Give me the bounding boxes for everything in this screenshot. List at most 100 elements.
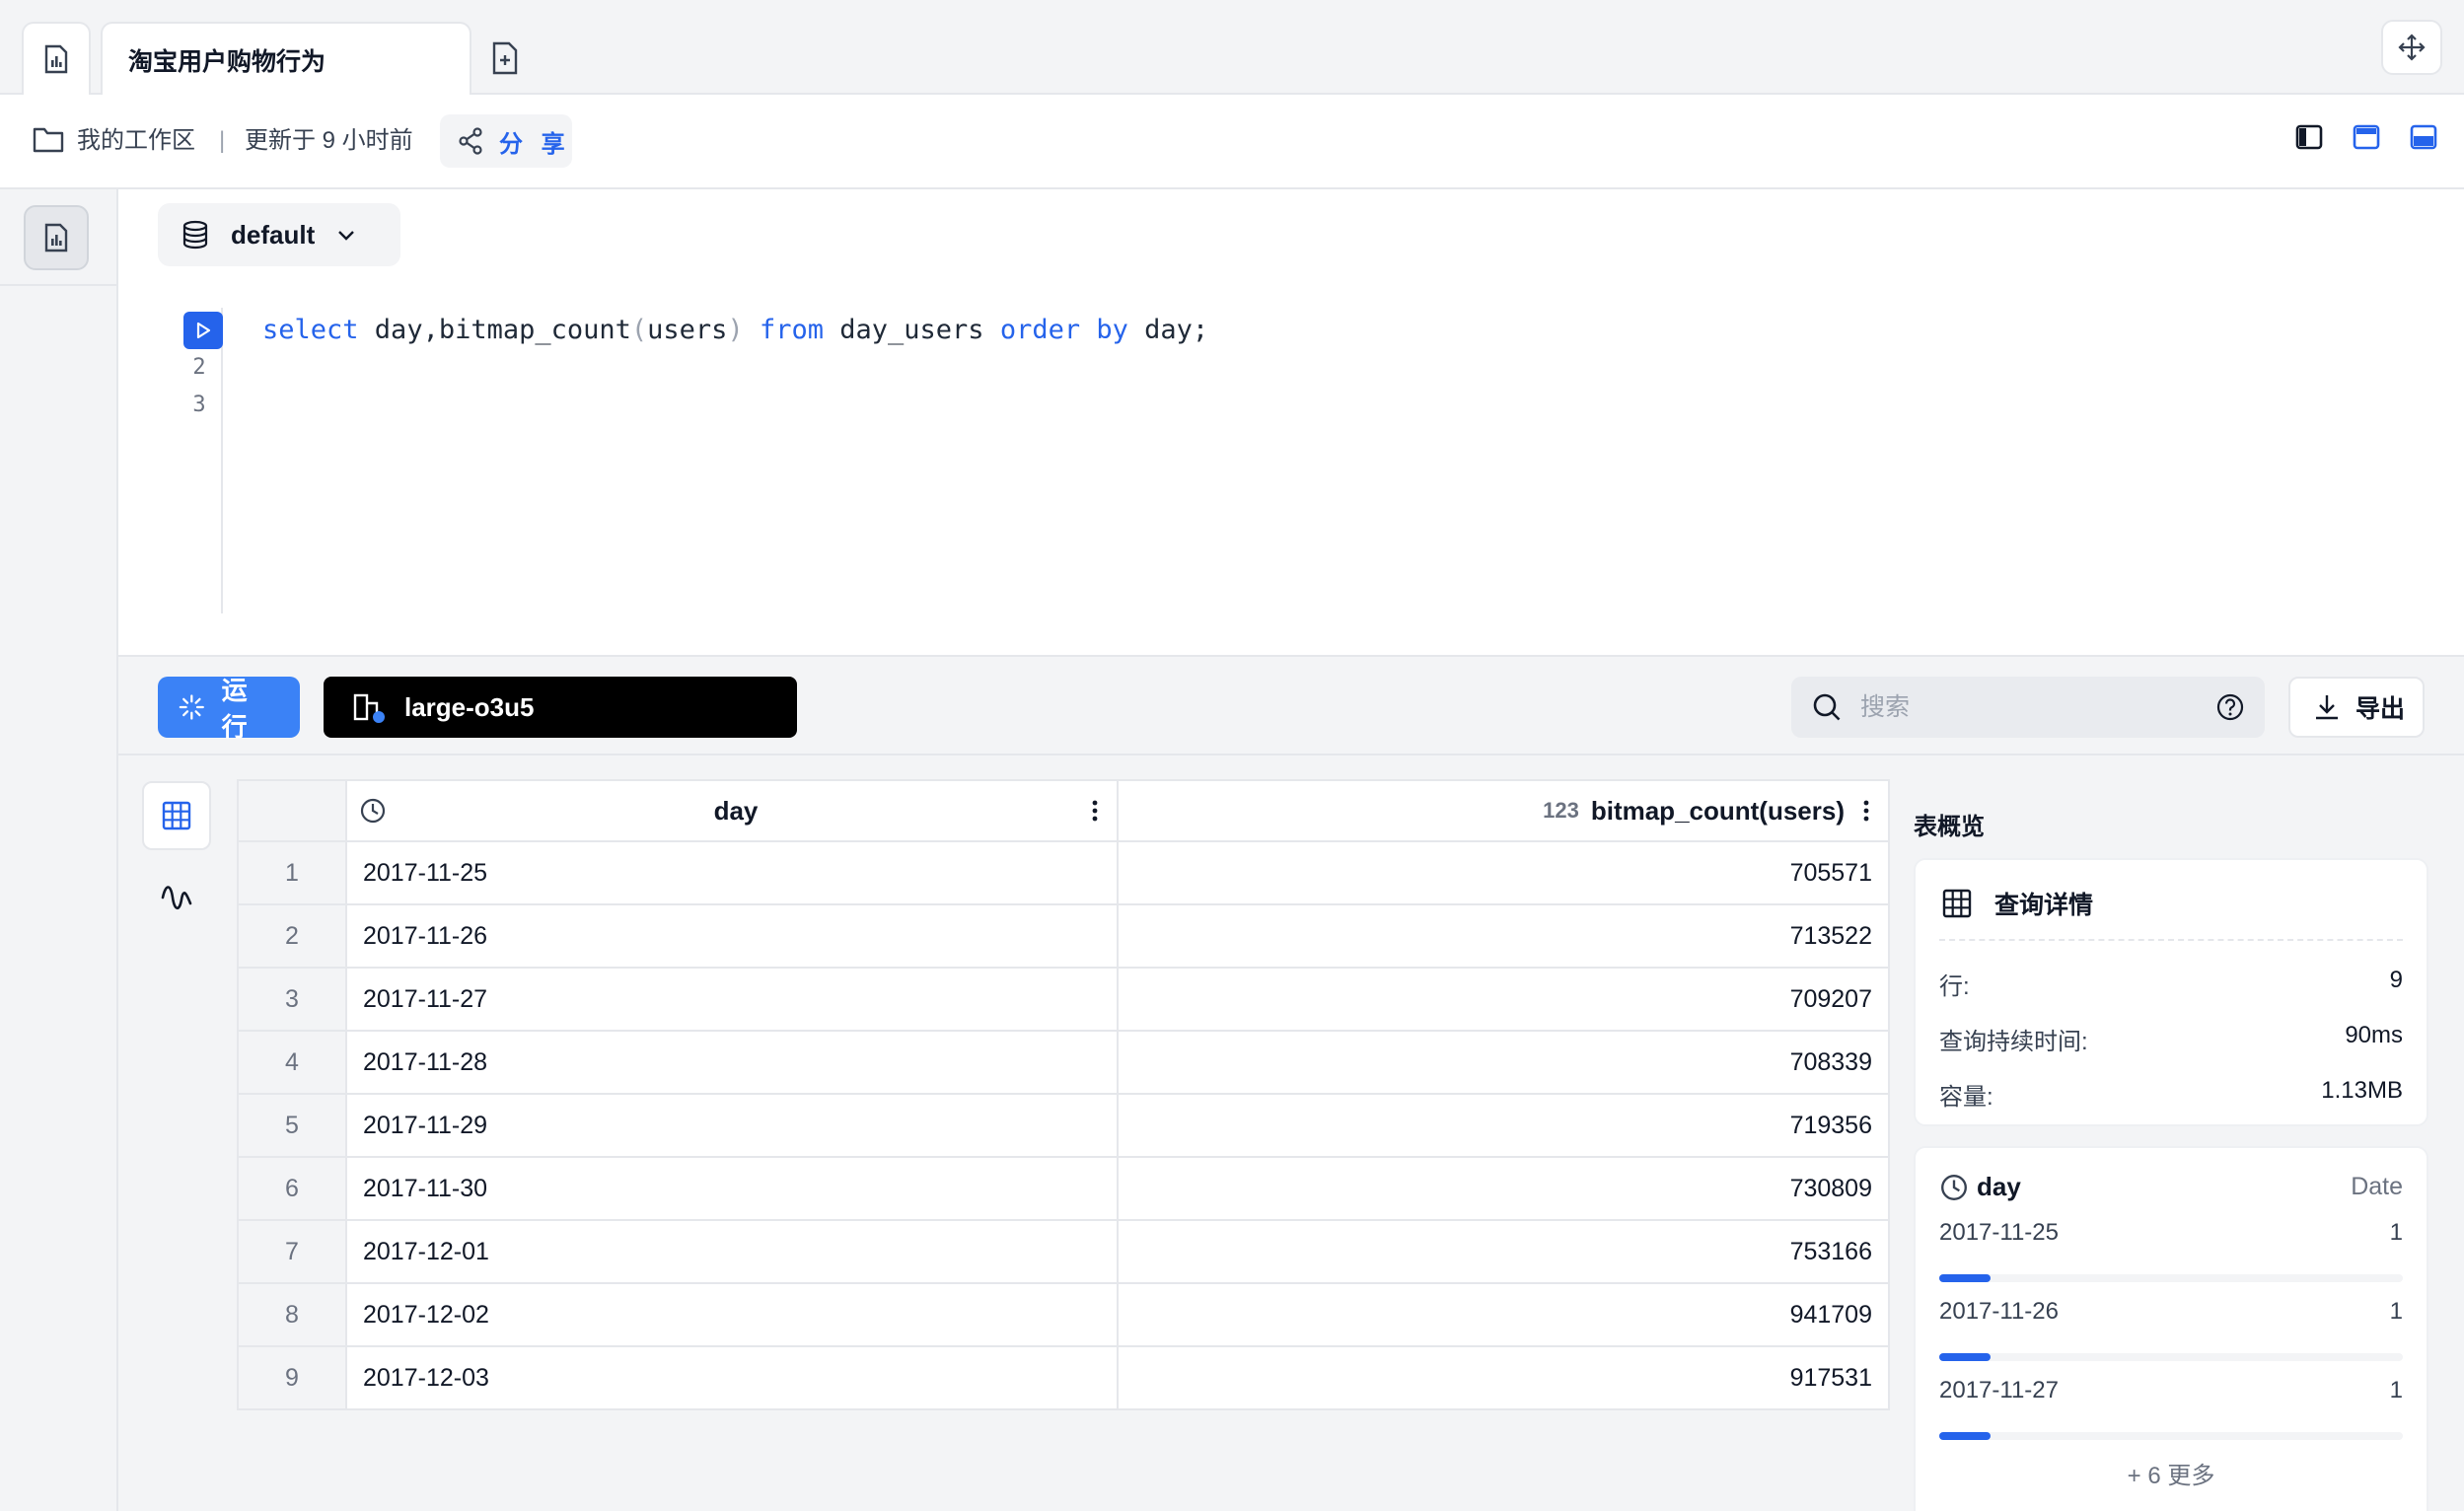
run-label: 运 行 [221, 676, 255, 742]
row-number: 9 [237, 1345, 347, 1410]
search-input[interactable] [1860, 692, 2198, 722]
code-keyword: by [1096, 315, 1128, 345]
code-text: day,bitmap_count [358, 315, 631, 345]
table-row[interactable]: 2 2017-11-26 713522 [237, 903, 1890, 969]
size-stat: 容量: 1.13MB [1939, 1077, 2403, 1112]
layout-sidebar-icon[interactable] [2294, 122, 2324, 152]
row-number: 6 [237, 1156, 347, 1221]
tab-notebook[interactable]: 淘宝用户购物行为 [101, 22, 471, 97]
cell-day[interactable]: 2017-11-27 [345, 967, 1119, 1032]
download-icon [2316, 695, 2338, 720]
column-header-day[interactable]: day [345, 779, 1119, 842]
table-icon [162, 801, 191, 830]
search-icon [1813, 693, 1841, 721]
cell-count[interactable]: 719356 [1117, 1093, 1890, 1158]
layout-bottom-icon[interactable] [2409, 122, 2438, 152]
cell-day[interactable]: 2017-11-28 [345, 1030, 1119, 1095]
code-text: day_users [824, 315, 1000, 345]
cell-day[interactable]: 2017-12-02 [345, 1282, 1119, 1347]
cell-day[interactable]: 2017-12-01 [345, 1219, 1119, 1284]
code-text: users [647, 315, 728, 345]
cell-day[interactable]: 2017-11-30 [345, 1156, 1119, 1221]
table-row[interactable]: 7 2017-12-01 753166 [237, 1219, 1890, 1284]
table-row[interactable]: 9 2017-12-03 917531 [237, 1345, 1890, 1410]
code-line[interactable]: select day,bitmap_count(users) from day_… [262, 312, 1208, 349]
row-number: 3 [237, 967, 347, 1032]
play-icon [196, 322, 211, 339]
value-label: 2017-11-25 [1939, 1219, 2059, 1246]
summary-column-name: day [1977, 1172, 2021, 1201]
new-file-icon [492, 41, 518, 75]
column-name: day [713, 795, 759, 826]
run-line-button[interactable] [183, 312, 223, 349]
column-menu-icon[interactable] [1856, 796, 1876, 826]
search-box [1791, 677, 2265, 738]
cell-day[interactable]: 2017-12-03 [345, 1345, 1119, 1410]
cell-count[interactable]: 713522 [1117, 903, 1890, 969]
collapse-button[interactable] [2381, 20, 2442, 75]
clock-icon [1941, 1174, 1967, 1200]
row-number: 8 [237, 1282, 347, 1347]
cluster-select[interactable]: large-o3u5 [324, 677, 797, 738]
table-row[interactable]: 6 2017-11-30 730809 [237, 1156, 1890, 1221]
cell-count[interactable]: 708339 [1117, 1030, 1890, 1095]
layout-switcher [2294, 122, 2438, 152]
chart-view-button[interactable] [142, 860, 211, 929]
value-frequency: 2017-11-27 1 [1939, 1377, 2403, 1440]
cell-count[interactable]: 709207 [1117, 967, 1890, 1032]
spinner-icon [179, 694, 204, 720]
database-select[interactable]: default [158, 203, 400, 266]
show-more-link[interactable]: + 6 更多 [1916, 1456, 2427, 1490]
export-button[interactable]: 导出 [2288, 677, 2425, 738]
table-row[interactable]: 8 2017-12-02 941709 [237, 1282, 1890, 1347]
left-rail [0, 189, 118, 1511]
cluster-icon [353, 693, 385, 723]
cell-count[interactable]: 917531 [1117, 1345, 1890, 1410]
chevron-down-icon [338, 231, 355, 241]
column-menu-icon[interactable] [1085, 796, 1105, 826]
table-view-button[interactable] [142, 781, 211, 850]
run-button[interactable]: 运 行 [158, 676, 300, 742]
cell-day[interactable]: 2017-11-26 [345, 903, 1119, 969]
code-keyword: select [262, 315, 359, 345]
table-row[interactable]: 4 2017-11-28 708339 [237, 1030, 1890, 1095]
column-summary-card: day Date 2017-11-25 1 2017-11-26 1 2017-11… [1914, 1146, 2428, 1511]
code-keyword: from [759, 315, 824, 345]
cell-day[interactable]: 2017-11-25 [345, 840, 1119, 905]
cell-report-button[interactable] [24, 205, 89, 270]
row-number: 5 [237, 1093, 347, 1158]
divider [1939, 939, 2403, 941]
table-row[interactable]: 3 2017-11-27 709207 [237, 967, 1890, 1032]
help-icon[interactable] [2215, 692, 2245, 722]
duration-label: 查询持续时间: [1939, 1029, 2088, 1055]
table-overview-panel: 表概览 查询详情 行: 9 查询持续时间: 90ms 容量: 1.13MB day D… [1914, 756, 2464, 1511]
cell-count[interactable]: 941709 [1117, 1282, 1890, 1347]
row-number: 7 [237, 1219, 347, 1284]
notebook-list-button[interactable] [22, 22, 91, 95]
rail-divider [0, 284, 116, 286]
cell-count[interactable]: 705571 [1117, 840, 1890, 905]
table-row[interactable]: 5 2017-11-29 719356 [237, 1093, 1890, 1158]
breadcrumb-bar: 我的工作区 | 更新于 9 小时前 分 享 [0, 95, 2464, 189]
folder-icon [33, 127, 64, 153]
share-button[interactable]: 分 享 [440, 114, 572, 168]
cell-count[interactable]: 753166 [1117, 1219, 1890, 1284]
table-icon [1942, 889, 1972, 918]
cell-day[interactable]: 2017-11-29 [345, 1093, 1119, 1158]
table-row[interactable]: 1 2017-11-25 705571 [237, 840, 1890, 905]
column-header-bitmap-count[interactable]: 123 bitmap_count(users) [1117, 779, 1890, 842]
new-tab-button[interactable] [485, 37, 525, 79]
cell-count[interactable]: 730809 [1117, 1156, 1890, 1221]
breadcrumb-workspace[interactable]: 我的工作区 [77, 124, 195, 158]
clock-icon [360, 798, 386, 824]
row-number: 1 [237, 840, 347, 905]
row-number-header [237, 779, 347, 842]
frequency-bar-fill [1939, 1432, 1992, 1440]
rows-label: 行: [1939, 973, 1970, 1000]
layout-top-icon[interactable] [2352, 122, 2381, 152]
share-icon [459, 127, 482, 155]
row-number: 4 [237, 1030, 347, 1095]
breadcrumb-separator: | [219, 127, 226, 154]
frequency-bar [1939, 1432, 2403, 1440]
results-table: day 123 bitmap_count(users) 1 2017-11-25 7… [237, 779, 1890, 1410]
